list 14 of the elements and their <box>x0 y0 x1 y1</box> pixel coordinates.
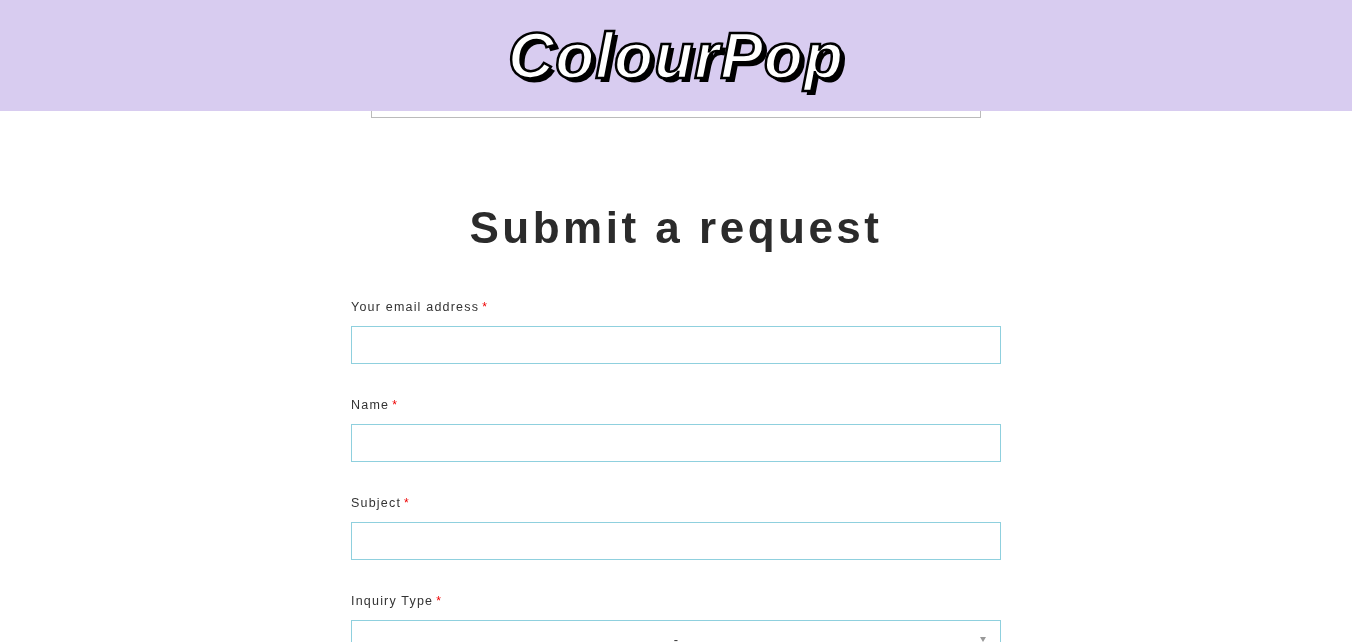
required-mark: * <box>482 299 487 316</box>
required-mark: * <box>436 593 441 610</box>
field-label: Inquiry Type <box>351 593 434 610</box>
caret-icon <box>980 637 986 642</box>
input-field[interactable] <box>351 522 1001 560</box>
select-field[interactable]: - <box>351 620 1001 642</box>
field-label: Your email address <box>351 299 480 316</box>
input-field[interactable] <box>351 326 1001 364</box>
page-title: Submit a request <box>469 202 883 254</box>
field-label: Name <box>351 397 390 414</box>
required-mark: * <box>404 495 409 512</box>
input-field[interactable] <box>351 424 1001 462</box>
field-label: Subject <box>351 495 402 512</box>
required-mark: * <box>392 397 397 414</box>
